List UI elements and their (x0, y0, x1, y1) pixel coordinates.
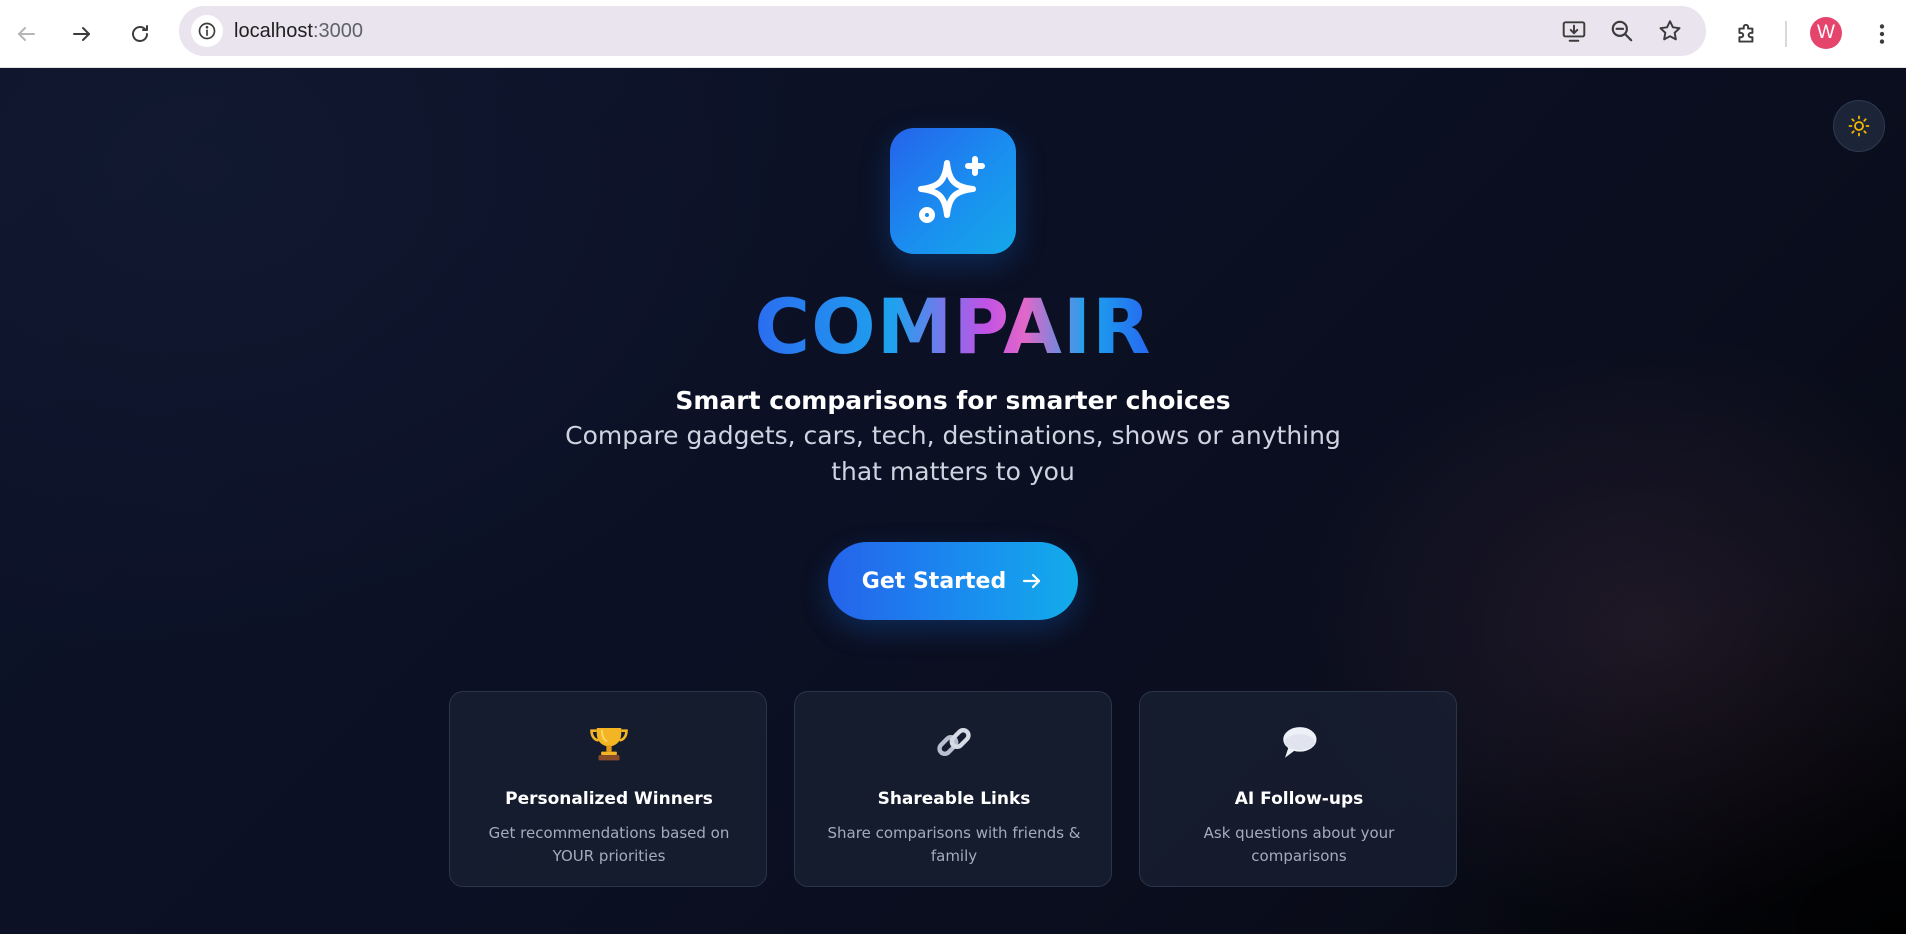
landing-page: COMPAIR Smart comparisons for smarter ch… (0, 68, 1906, 934)
zoom-out-icon (1611, 20, 1633, 42)
install-app-button[interactable] (1560, 17, 1588, 45)
app-logo (890, 128, 1016, 254)
subtitle: Compare gadgets, cars, tech, destination… (565, 421, 1341, 486)
info-icon (198, 22, 216, 40)
arrow-right-icon (1023, 573, 1041, 589)
tagline: Smart comparisons for smarter choices (675, 386, 1231, 415)
browser-menu-button[interactable] (1862, 14, 1902, 54)
feature-card-shareable-links: Shareable Links Share comparisons with f… (794, 691, 1112, 887)
feature-description: Ask questions about your comparisons (1203, 824, 1395, 865)
feature-title: AI Follow-ups (1234, 789, 1364, 809)
profile-avatar[interactable]: W (1810, 17, 1842, 49)
feature-description: Get recommendations based on YOUR priori… (488, 824, 730, 865)
feature-card-personalized-winners: Personalized Winners Get recommendations… (449, 691, 767, 887)
forward-button[interactable] (62, 14, 102, 54)
brand-wordmark: COMPAIR (754, 282, 1152, 371)
sparkles-icon (918, 156, 985, 223)
feature-description: Share comparisons with friends & family (827, 824, 1081, 865)
arrow-left-icon (18, 27, 35, 41)
sun-icon (1848, 115, 1870, 137)
feature-cards: Personalized Winners Get recommendations… (449, 691, 1458, 887)
install-app-icon (1562, 21, 1586, 42)
brand-title: COMPAIR (0, 282, 1906, 372)
url-text[interactable]: localhost:3000 (234, 18, 363, 44)
arrow-right-icon (73, 27, 90, 41)
reload-icon (132, 25, 148, 42)
extensions-button[interactable] (1727, 14, 1767, 54)
theme-toggle-button[interactable] (1833, 100, 1885, 152)
speech-bubble-icon (1140, 720, 1458, 764)
address-bar[interactable]: localhost:3000 (179, 6, 1706, 56)
back-button[interactable] (6, 14, 46, 54)
url-port: :3000 (312, 20, 363, 42)
zoom-button[interactable] (1608, 17, 1636, 45)
bookmark-button[interactable] (1656, 17, 1684, 45)
browser-toolbar: localhost:3000 W (0, 0, 1906, 68)
url-host: localhost (234, 20, 313, 42)
get-started-label: Get Started (861, 568, 1007, 594)
toolbar-divider (1785, 21, 1787, 47)
reload-button[interactable] (120, 14, 160, 54)
feature-title: Shareable Links (877, 789, 1031, 809)
kebab-menu-icon (1879, 24, 1885, 44)
feature-card-ai-follow-ups: AI Follow-ups Ask questions about your c… (1139, 691, 1457, 887)
puzzle-icon (1738, 23, 1754, 43)
star-icon (1659, 20, 1681, 41)
link-icon (795, 720, 1113, 764)
feature-title: Personalized Winners (505, 789, 713, 809)
site-info-button[interactable] (191, 15, 223, 47)
get-started-button[interactable]: Get Started (828, 542, 1078, 620)
trophy-icon (450, 720, 768, 764)
